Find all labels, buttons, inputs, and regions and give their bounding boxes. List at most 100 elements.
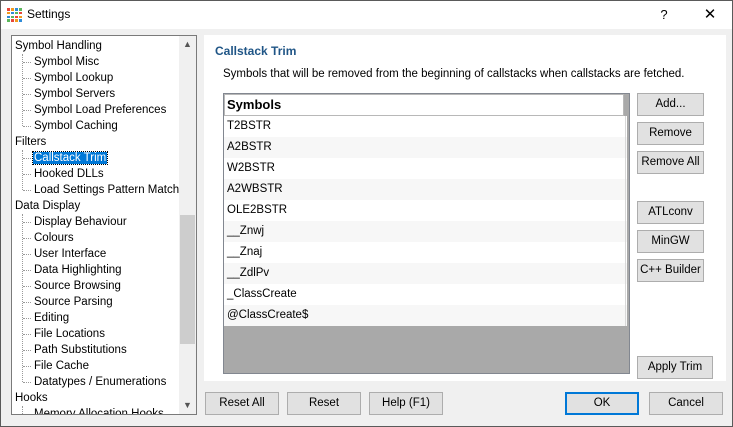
tree-connector [23,190,31,191]
tree-item[interactable]: User Interface [33,246,107,262]
tree-item[interactable]: Data Highlighting [33,262,123,278]
tree-item-label: Symbol Caching [34,120,118,132]
symbol-row[interactable]: __Znaj [224,242,627,263]
tree-item-label: Data Display [15,200,81,212]
tree-item-label: Editing [34,312,70,324]
title-bar: Settings ? ✕ [1,1,732,29]
tree-connector [22,214,23,382]
help-button[interactable]: Help (F1) [369,392,443,415]
tree-item[interactable]: File Cache [33,358,90,374]
tree-connector [22,406,23,414]
tree-item-label: Symbol Handling [15,40,102,52]
symbol-row[interactable]: W2BSTR [224,158,627,179]
scroll-down-icon[interactable]: ▼ [179,397,196,414]
settings-tree[interactable]: Symbol Handling Symbol Misc Symbol Lookup S… [11,35,197,415]
tree-item-label: Filters [15,136,47,148]
tree-scrollbar[interactable]: ▲ ▼ [179,36,196,414]
tree-item-label: Hooked DLLs [34,168,104,180]
tree-connector [23,302,31,303]
tree-item[interactable]: Colours [33,230,75,246]
app-icon [7,8,22,22]
settings-window: Settings ? ✕ Symbol Handling Symbol Misc S… [0,0,733,427]
tree-item[interactable]: Hooked DLLs [33,166,105,182]
panel-title: Callstack Trim [215,44,297,58]
panel-description: Symbols that will be removed from the be… [223,68,685,80]
tree-connector [23,222,31,223]
symbol-row[interactable]: A2WBSTR [224,179,627,200]
tree-item[interactable]: Data Display [14,198,81,214]
remove-button[interactable]: Remove [637,122,704,145]
tree-item-label: Symbol Load Preferences [34,104,167,116]
reset-button[interactable]: Reset [287,392,361,415]
symbol-row[interactable]: @ClassCreate$ [224,305,627,326]
symbol-row[interactable]: A2BSTR [224,137,627,158]
tree-item[interactable]: Symbol Lookup [33,70,114,86]
tree-item[interactable]: Datatypes / Enumerations [33,374,167,390]
tree-connector [23,126,31,127]
tree-item-label: User Interface [34,248,107,260]
ok-button[interactable]: OK [565,392,639,415]
symbols-column-header[interactable]: Symbols [224,94,624,116]
tree-item[interactable]: Source Parsing [33,294,114,310]
symbol-row[interactable]: __ZdlPv [224,263,627,284]
tree-connector [22,54,23,126]
tree-item-label: Load Settings Pattern Match [34,184,180,196]
symbol-row[interactable]: __Znwj [224,221,627,242]
tree-item[interactable]: Filters [14,134,47,150]
remove-all-button[interactable]: Remove All [637,151,704,174]
tree-item[interactable]: Display Behaviour [33,214,128,230]
list-empty-area [224,326,629,373]
tree-connector [22,150,23,190]
tree-connector [23,366,31,367]
window-title: Settings [27,7,71,21]
tree-item[interactable]: Path Substitutions [33,342,128,358]
tree-connector [23,382,31,383]
mingw-button[interactable]: MinGW [637,230,704,253]
tree-connector [23,62,31,63]
symbol-row[interactable]: OLE2BSTR [224,200,627,221]
apply-trim-button[interactable]: Apply Trim [637,356,713,379]
tree-item-label: Display Behaviour [34,216,127,228]
atlconv-button[interactable]: ATLconv [637,201,704,224]
scroll-thumb[interactable] [180,215,195,344]
tree-connector [23,254,31,255]
symbol-row[interactable]: T2BSTR [224,116,627,137]
cpp-builder-button[interactable]: C++ Builder [637,259,704,282]
tree-connector [23,174,31,175]
tree-item[interactable]: Symbol Handling [14,38,103,54]
symbols-list[interactable]: Symbols T2BSTR A2BSTR W2BSTR A2WBSTR OLE2BST… [223,93,630,374]
tree-item[interactable]: Hooks [14,390,49,406]
tree-item[interactable]: File Locations [33,326,106,342]
tree-item[interactable]: Symbol Load Preferences [33,102,167,118]
tree-item[interactable]: Memory Allocation Hooks [33,406,165,414]
tree-item-label: Symbol Lookup [34,72,114,84]
symbol-row[interactable]: _ClassCreate [224,284,627,305]
tree-connector [23,158,31,159]
tree-connector [23,350,31,351]
tree-item[interactable]: Symbol Servers [33,86,116,102]
tree-connector [23,94,31,95]
column-divider [625,116,626,326]
tree-item-label: Colours [34,232,74,244]
tree-item[interactable]: Callstack Trim [31,150,109,166]
tree-item-label: Callstack Trim [31,151,109,165]
add-button[interactable]: Add... [637,93,704,116]
tree-item-label: Source Browsing [34,280,121,292]
tree-item-label: Path Substitutions [34,344,127,356]
callstack-trim-panel: Callstack Trim Symbols that will be remo… [204,35,726,381]
cancel-button[interactable]: Cancel [649,392,723,415]
close-icon[interactable]: ✕ [693,3,727,27]
tree-connector [23,334,31,335]
tree-item-label: Symbol Servers [34,88,116,100]
reset-all-button[interactable]: Reset All [205,392,279,415]
scroll-up-icon[interactable]: ▲ [179,36,196,53]
tree-item[interactable]: Symbol Misc [33,54,100,70]
tree-connector [23,110,31,111]
tree-item[interactable]: Editing [33,310,70,326]
help-icon[interactable]: ? [649,3,679,27]
tree-item[interactable]: Load Settings Pattern Match [33,182,180,198]
tree-item-label: File Cache [34,360,89,372]
tree-list: Symbol Handling Symbol Misc Symbol Lookup S… [12,36,180,414]
tree-item[interactable]: Source Browsing [33,278,122,294]
tree-item[interactable]: Symbol Caching [33,118,119,134]
